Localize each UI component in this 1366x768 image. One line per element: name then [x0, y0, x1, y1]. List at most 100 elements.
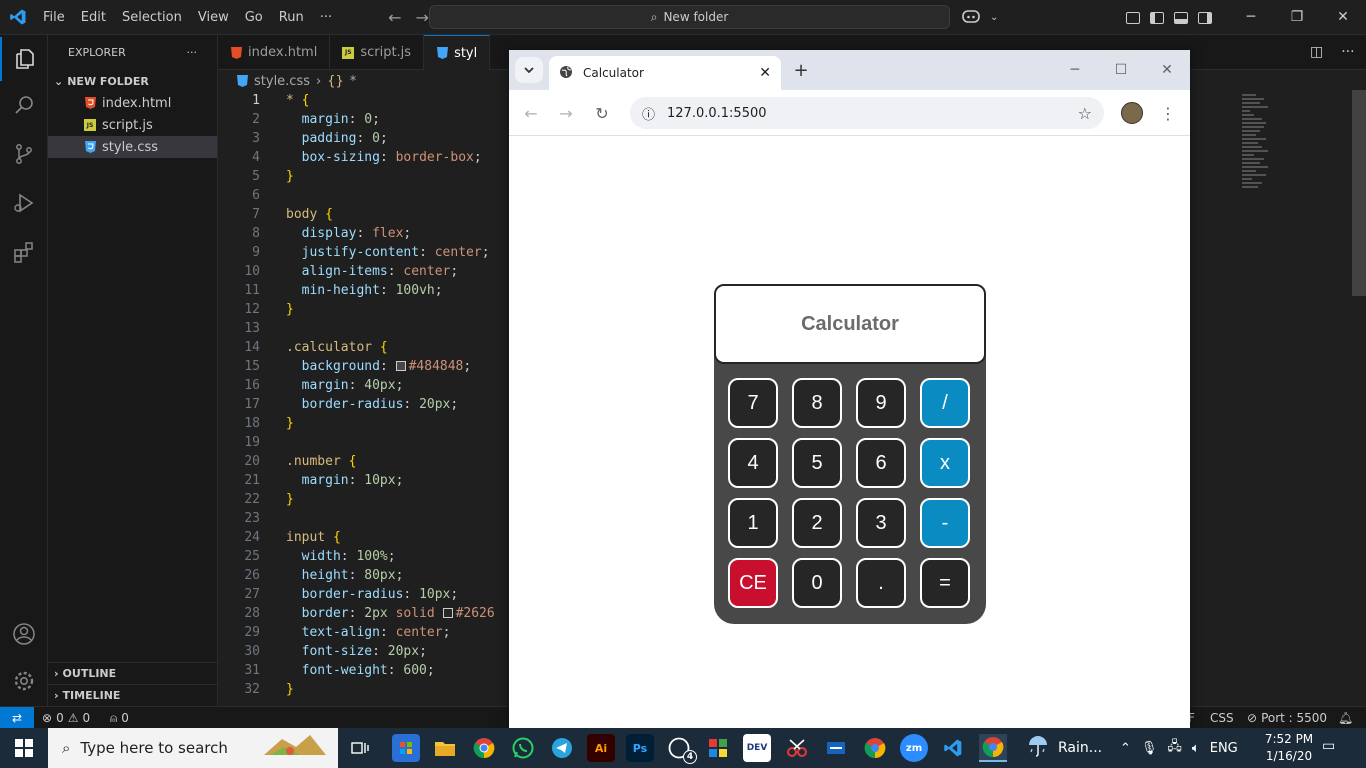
restore-icon[interactable]: ❐	[1274, 0, 1320, 35]
close-tab-icon[interactable]: ✕	[759, 65, 771, 81]
extensions-icon[interactable]	[0, 230, 48, 274]
telegram-icon[interactable]	[548, 734, 576, 762]
forward-arrow-icon[interactable]: →	[555, 102, 577, 124]
key-3[interactable]: 3	[856, 498, 906, 548]
file-index-html[interactable]: index.html	[48, 92, 217, 114]
chevron-up-icon[interactable]: ⌃	[1120, 741, 1131, 756]
breadcrumb-symbol[interactable]: *	[350, 74, 357, 89]
explorer-icon[interactable]	[0, 37, 48, 81]
bookmark-star-icon[interactable]: ☆	[1078, 104, 1092, 123]
copilot-menu[interactable]: ⌄	[962, 0, 998, 35]
taskbar-search[interactable]: ⌕ Type here to search	[48, 728, 338, 768]
breadcrumb-file[interactable]: style.css	[254, 74, 310, 89]
network-tool-icon[interactable]	[822, 734, 850, 762]
key-subtract[interactable]: -	[920, 498, 970, 548]
run-debug-icon[interactable]	[0, 181, 48, 225]
live-server-port[interactable]: ⊘ Port : 5500	[1247, 707, 1327, 729]
browser-tab-calculator[interactable]: Calculator ✕	[549, 56, 781, 90]
editor-scrollbar[interactable]	[1352, 90, 1366, 296]
command-center[interactable]: ⌕ New folder	[429, 5, 950, 29]
chrome-profile-icon[interactable]	[861, 734, 889, 762]
code-editor[interactable]: 1 * { 2 margin: 0; 3 padding: 0; 4 box-si…	[218, 91, 508, 706]
gear-icon[interactable]	[0, 659, 48, 703]
remote-indicator-icon[interactable]: ⇄	[0, 707, 34, 729]
key-2[interactable]: 2	[792, 498, 842, 548]
photoshop-icon[interactable]: Ps	[626, 734, 654, 762]
chrome-active-icon[interactable]	[979, 734, 1007, 762]
key-1[interactable]: 1	[728, 498, 778, 548]
key-equals[interactable]: =	[920, 558, 970, 608]
key-9[interactable]: 9	[856, 378, 906, 428]
outline-section[interactable]: › OUTLINE	[48, 662, 218, 684]
toggle-secondary-sidebar-icon[interactable]	[1198, 11, 1212, 24]
input-language[interactable]: ENG	[1210, 741, 1238, 756]
microsoft-store-icon[interactable]	[392, 734, 420, 762]
file-style-css[interactable]: style.css	[48, 136, 217, 158]
whatsapp-icon[interactable]	[509, 734, 537, 762]
close-icon[interactable]: ✕	[1320, 0, 1366, 35]
reload-icon[interactable]: ↻	[591, 102, 613, 124]
close-icon[interactable]: ✕	[1144, 50, 1190, 90]
microphone-icon[interactable]: 🎙︎	[1141, 741, 1158, 756]
vscode-taskbar-icon[interactable]	[939, 734, 967, 762]
windows-start-icon[interactable]	[0, 728, 48, 768]
site-info-icon[interactable]: ⓘ	[642, 104, 655, 123]
notification-center-icon[interactable]: ▭	[1322, 738, 1340, 756]
minimap[interactable]	[1242, 94, 1282, 224]
toggle-primary-sidebar-icon[interactable]	[1150, 11, 1164, 24]
app-grid-icon[interactable]	[704, 734, 732, 762]
back-arrow-icon[interactable]: ←	[388, 8, 401, 27]
minimize-icon[interactable]: ─	[1228, 0, 1274, 35]
menu-more[interactable]: ···	[312, 0, 340, 35]
file-script-js[interactable]: JS script.js	[48, 114, 217, 136]
timeline-section[interactable]: › TIMELINE	[48, 684, 218, 706]
bell-icon[interactable]: 🔔︎	[1338, 707, 1353, 729]
search-icon[interactable]	[0, 83, 48, 127]
address-bar[interactable]: ⓘ 127.0.0.1:5500 ☆	[630, 97, 1104, 129]
key-0[interactable]: 0	[792, 558, 842, 608]
key-7[interactable]: 7	[728, 378, 778, 428]
key-6[interactable]: 6	[856, 438, 906, 488]
tab-index-html[interactable]: index.html	[218, 35, 331, 70]
source-control-icon[interactable]	[0, 132, 48, 176]
forward-arrow-icon[interactable]: →	[416, 8, 429, 27]
calculator-display[interactable]: Calculator	[714, 284, 986, 364]
menu-edit[interactable]: Edit	[73, 0, 114, 35]
menu-file[interactable]: File	[35, 0, 73, 35]
task-view-icon[interactable]	[346, 734, 374, 762]
split-editor-icon[interactable]: ◫	[1310, 44, 1323, 60]
menu-selection[interactable]: Selection	[114, 0, 190, 35]
minimize-icon[interactable]: ─	[1052, 50, 1098, 90]
customize-layout-icon[interactable]	[1126, 11, 1140, 24]
tab-script-js[interactable]: JS script.js	[330, 35, 425, 70]
key-multiply[interactable]: x	[920, 438, 970, 488]
tab-search-chevron-icon[interactable]	[515, 57, 543, 83]
more-actions-icon[interactable]: ···	[1341, 44, 1354, 60]
new-tab-icon[interactable]: +	[789, 58, 813, 82]
menu-go[interactable]: Go	[237, 0, 271, 35]
key-8[interactable]: 8	[792, 378, 842, 428]
back-arrow-icon[interactable]: ←	[520, 102, 542, 124]
zoom-icon[interactable]: zm	[900, 734, 928, 762]
network-icon[interactable]: 🖧︎	[1167, 737, 1182, 759]
snipping-tool-icon[interactable]	[783, 734, 811, 762]
problems-indicator[interactable]: ⊗ 0 ⚠ 0	[42, 707, 90, 729]
dev-cpp-icon[interactable]: DEV	[743, 734, 771, 762]
menu-run[interactable]: Run	[271, 0, 312, 35]
profile-avatar[interactable]	[1121, 102, 1143, 124]
illustrator-icon[interactable]: Ai	[587, 734, 615, 762]
ports-indicator[interactable]: ⍝ 0	[110, 707, 129, 729]
chrome-icon[interactable]	[470, 734, 498, 762]
menu-view[interactable]: View	[190, 0, 237, 35]
weather-widget[interactable]: Rain...	[1026, 728, 1102, 768]
key-clear[interactable]: CE	[728, 558, 778, 608]
key-decimal[interactable]: .	[856, 558, 906, 608]
file-explorer-icon[interactable]	[431, 734, 459, 762]
explorer-more-icon[interactable]: ···	[187, 46, 198, 59]
kebab-menu-icon[interactable]: ⋮	[1157, 102, 1179, 124]
toggle-panel-icon[interactable]	[1174, 11, 1188, 24]
key-4[interactable]: 4	[728, 438, 778, 488]
accounts-icon[interactable]	[0, 612, 48, 656]
system-clock[interactable]: 7:52 PM 1/16/20	[1254, 731, 1324, 765]
tab-style-css[interactable]: styl	[424, 35, 491, 70]
